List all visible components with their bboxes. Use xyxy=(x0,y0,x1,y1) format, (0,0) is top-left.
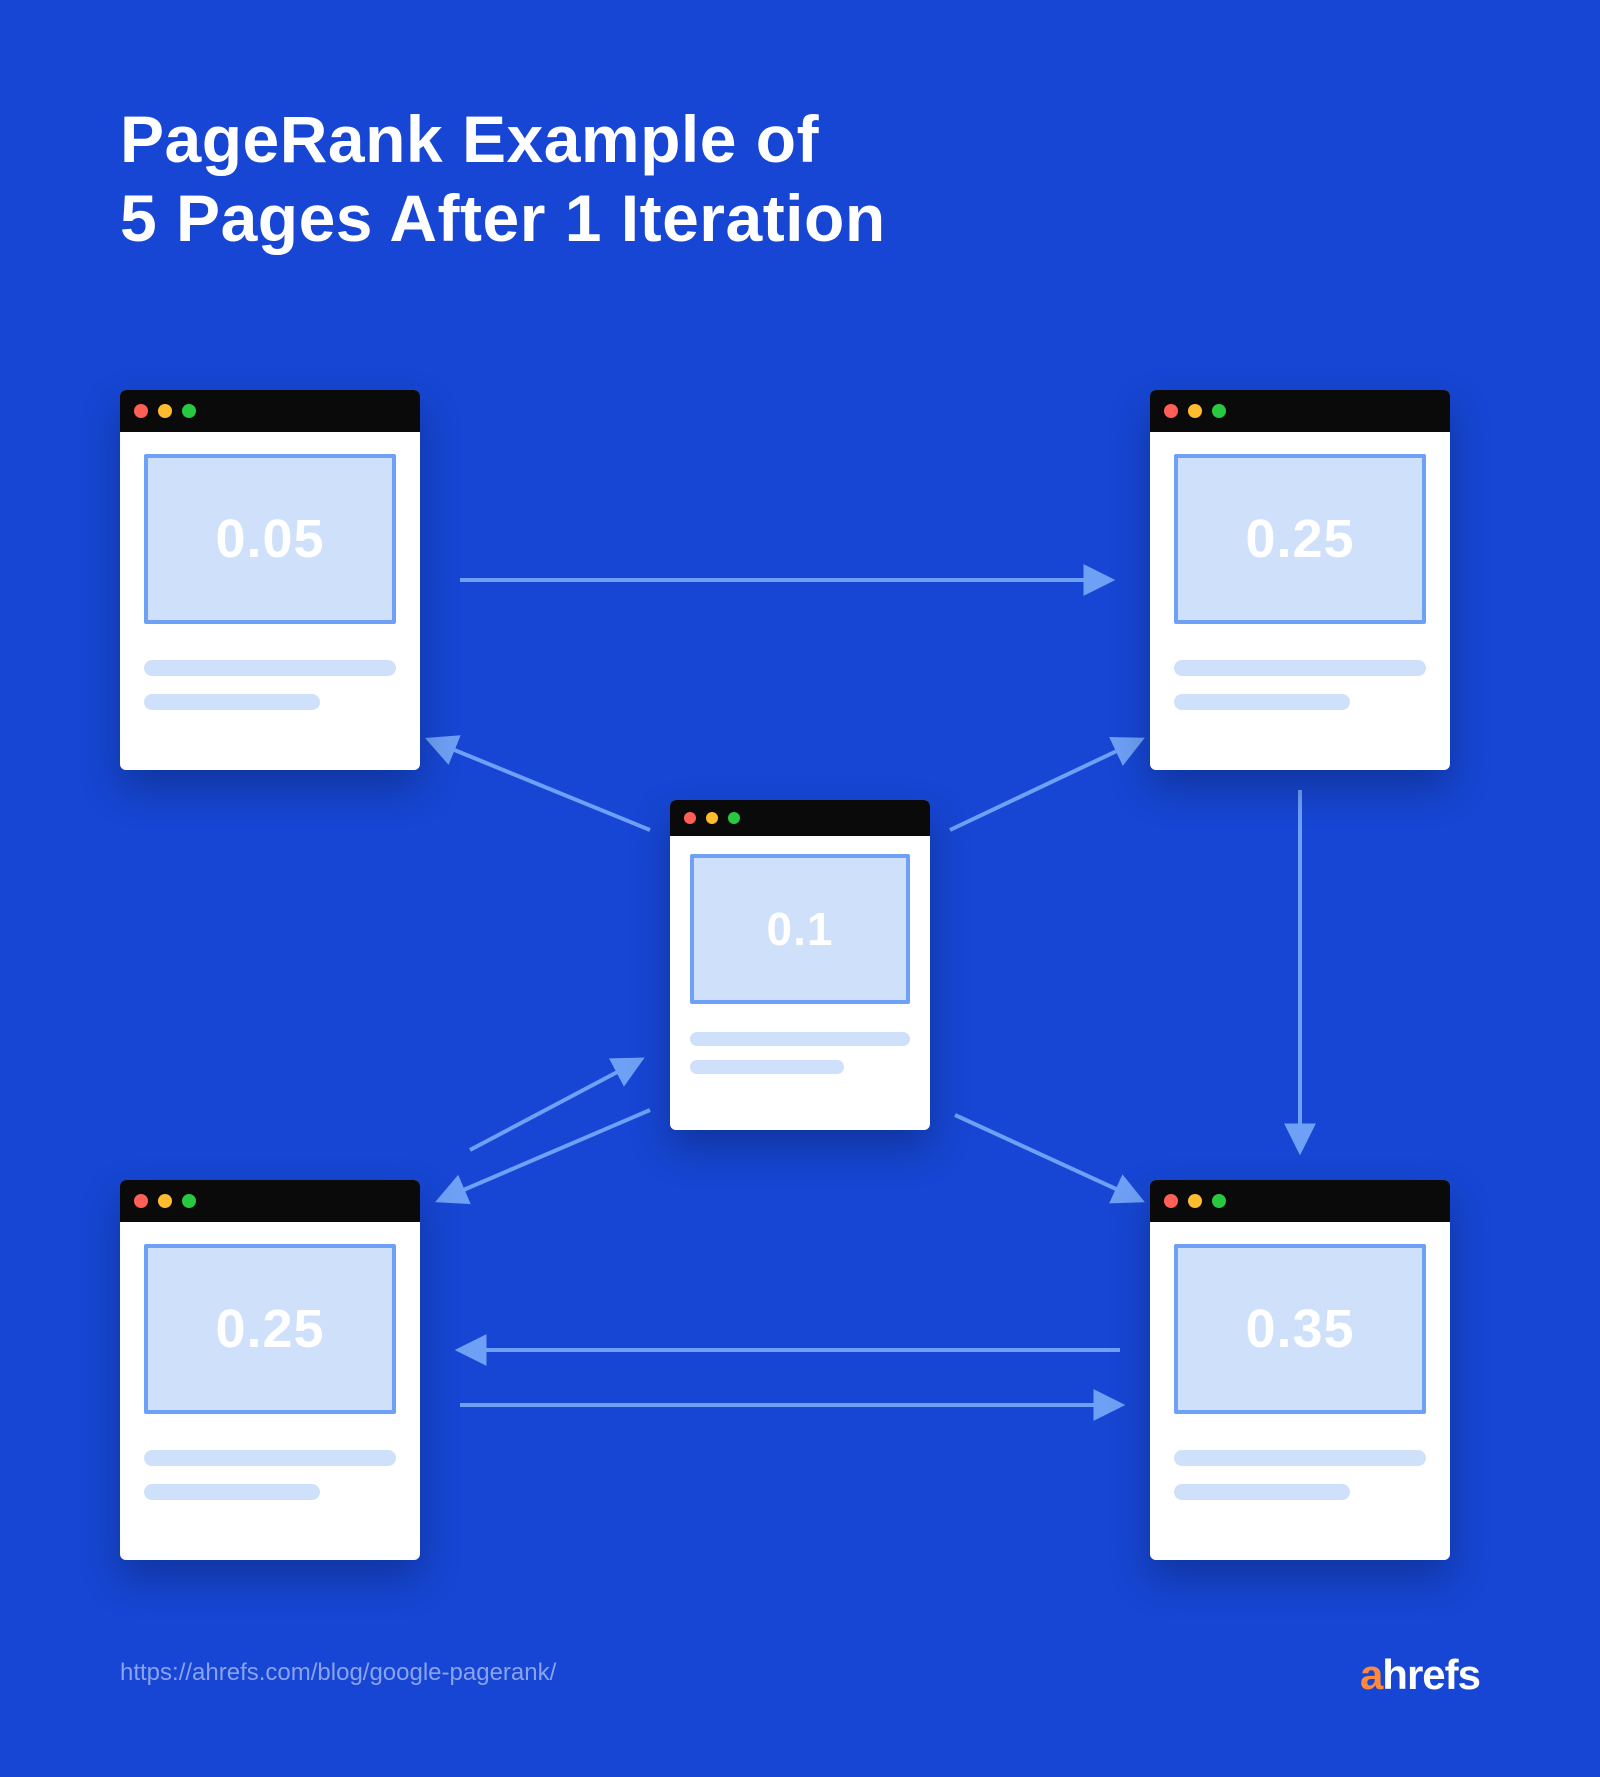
window-titlebar xyxy=(1150,390,1450,432)
placeholder-lines xyxy=(690,1032,910,1088)
traffic-light-yellow-icon xyxy=(158,1194,172,1208)
value-panel: 0.25 xyxy=(144,1244,396,1414)
diagram-title: PageRank Example of 5 Pages After 1 Iter… xyxy=(120,100,886,258)
traffic-light-yellow-icon xyxy=(706,812,718,824)
pagerank-value: 0.35 xyxy=(1245,1298,1354,1360)
pagerank-value: 0.1 xyxy=(767,902,834,956)
brand-rest: hrefs xyxy=(1382,1651,1480,1698)
arrow-c-to-e xyxy=(955,1115,1140,1200)
traffic-light-red-icon xyxy=(134,1194,148,1208)
diagram-stage: PageRank Example of 5 Pages After 1 Iter… xyxy=(0,0,1600,1777)
page-card-top-left: 0.05 xyxy=(120,390,420,770)
placeholder-lines xyxy=(144,660,396,728)
window-titlebar xyxy=(1150,1180,1450,1222)
pagerank-value: 0.25 xyxy=(215,1298,324,1360)
traffic-light-green-icon xyxy=(728,812,740,824)
placeholder-bar xyxy=(144,660,396,676)
traffic-light-green-icon xyxy=(1212,1194,1226,1208)
traffic-light-yellow-icon xyxy=(1188,404,1202,418)
card-body: 0.25 xyxy=(1150,432,1450,728)
title-line-1: PageRank Example of xyxy=(120,100,886,179)
value-panel: 0.25 xyxy=(1174,454,1426,624)
traffic-light-red-icon xyxy=(1164,1194,1178,1208)
pagerank-value: 0.05 xyxy=(215,508,324,570)
traffic-light-red-icon xyxy=(134,404,148,418)
arrow-d-to-c xyxy=(470,1060,640,1150)
page-card-bottom-left: 0.25 xyxy=(120,1180,420,1560)
brand-logo: ahrefs xyxy=(1360,1651,1480,1699)
placeholder-bar xyxy=(690,1060,844,1074)
traffic-light-red-icon xyxy=(1164,404,1178,418)
card-body: 0.05 xyxy=(120,432,420,728)
window-titlebar xyxy=(120,390,420,432)
traffic-light-red-icon xyxy=(684,812,696,824)
placeholder-lines xyxy=(1174,1450,1426,1518)
placeholder-bar xyxy=(144,1450,396,1466)
brand-accent: a xyxy=(1360,1651,1382,1698)
window-titlebar xyxy=(120,1180,420,1222)
traffic-light-green-icon xyxy=(182,404,196,418)
window-titlebar xyxy=(670,800,930,836)
value-panel: 0.1 xyxy=(690,854,910,1004)
page-card-top-right: 0.25 xyxy=(1150,390,1450,770)
traffic-light-green-icon xyxy=(182,1194,196,1208)
pagerank-value: 0.25 xyxy=(1245,508,1354,570)
placeholder-bar xyxy=(1174,1450,1426,1466)
page-card-center: 0.1 xyxy=(670,800,930,1130)
placeholder-bar xyxy=(144,1484,320,1500)
traffic-light-yellow-icon xyxy=(1188,1194,1202,1208)
traffic-light-yellow-icon xyxy=(158,404,172,418)
placeholder-lines xyxy=(1174,660,1426,728)
placeholder-bar xyxy=(1174,694,1350,710)
placeholder-lines xyxy=(144,1450,396,1518)
arrow-c-to-b xyxy=(950,740,1140,830)
value-panel: 0.05 xyxy=(144,454,396,624)
placeholder-bar xyxy=(144,694,320,710)
placeholder-bar xyxy=(690,1032,910,1046)
title-line-2: 5 Pages After 1 Iteration xyxy=(120,179,886,258)
arrow-c-to-a xyxy=(430,740,650,830)
card-body: 0.35 xyxy=(1150,1222,1450,1518)
value-panel: 0.35 xyxy=(1174,1244,1426,1414)
placeholder-bar xyxy=(1174,660,1426,676)
card-body: 0.25 xyxy=(120,1222,420,1518)
source-url: https://ahrefs.com/blog/google-pagerank/ xyxy=(120,1659,556,1687)
traffic-light-green-icon xyxy=(1212,404,1226,418)
card-body: 0.1 xyxy=(670,836,930,1088)
arrow-c-to-d xyxy=(440,1110,650,1200)
page-card-bottom-right: 0.35 xyxy=(1150,1180,1450,1560)
placeholder-bar xyxy=(1174,1484,1350,1500)
